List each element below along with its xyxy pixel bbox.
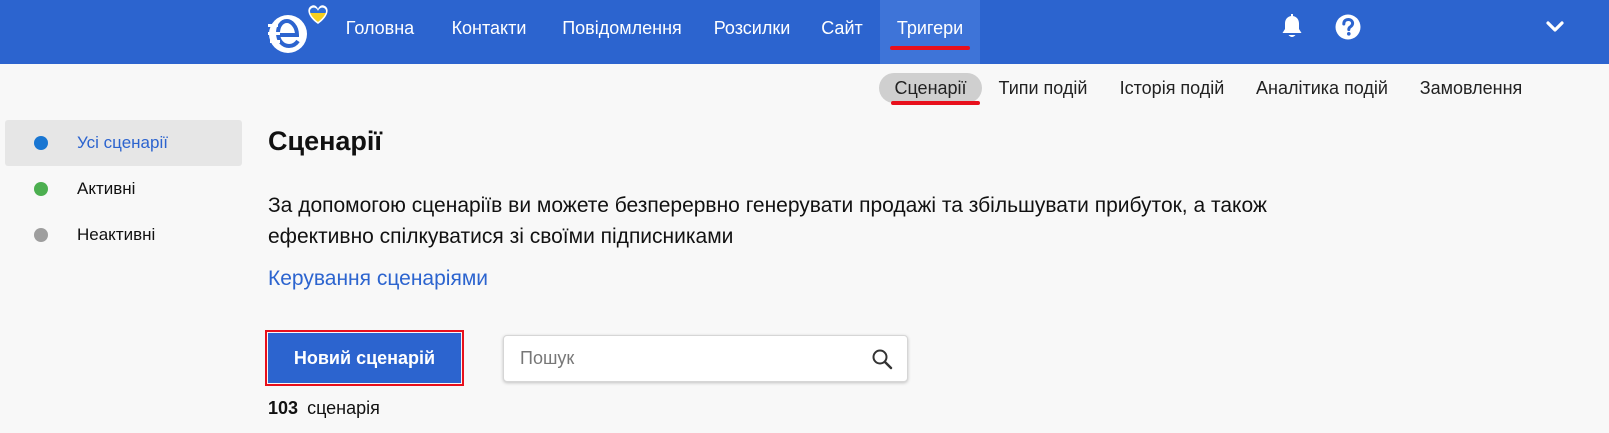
description-line: За допомогою сценаріїв ви можете безпере… bbox=[268, 194, 1267, 217]
subnav-orders[interactable]: Замовлення bbox=[1412, 73, 1530, 103]
status-dot-icon bbox=[34, 182, 48, 196]
subnav-event-history[interactable]: Історія подій bbox=[1112, 73, 1232, 103]
nav-messages[interactable]: Повідомлення bbox=[556, 0, 688, 64]
subnav-event-types-label: Типи подій bbox=[998, 78, 1088, 98]
scenario-filter-sidebar: Усі сценарії Активні Неактивні bbox=[5, 120, 242, 258]
help-icon[interactable] bbox=[1335, 14, 1361, 40]
page-description: За допомогою сценаріїв ви можете безпере… bbox=[268, 190, 1408, 252]
sidebar-item-active[interactable]: Активні bbox=[5, 166, 242, 212]
sidebar-item-label: Усі сценарії bbox=[77, 133, 168, 152]
sidebar-item-label: Активні bbox=[77, 179, 136, 198]
active-tab-underline bbox=[890, 46, 970, 50]
sidebar-item-all-scenarios[interactable]: Усі сценарії bbox=[5, 120, 242, 166]
scenario-count: 103 сценарія bbox=[268, 398, 380, 419]
scenario-count-label: сценарія bbox=[307, 398, 380, 418]
nav-mailings-label: Розсилки bbox=[713, 18, 791, 38]
active-subnav-underline bbox=[891, 101, 980, 105]
description-line: ефективно спілкуватися зі своїми підписн… bbox=[268, 225, 734, 248]
subnav-event-analytics-label: Аналітика подій bbox=[1256, 78, 1388, 98]
search-box bbox=[503, 335, 908, 382]
status-dot-icon bbox=[34, 228, 48, 242]
nav-triggers-label: Тригери bbox=[896, 18, 964, 38]
nav-triggers[interactable]: Тригери bbox=[880, 0, 980, 64]
subnav-event-types[interactable]: Типи подій bbox=[990, 73, 1096, 103]
nav-contacts-label: Контакти bbox=[451, 18, 527, 38]
new-scenario-button[interactable]: Новий сценарій bbox=[265, 330, 464, 386]
scenario-count-number: 103 bbox=[268, 398, 299, 418]
logo-icon[interactable] bbox=[266, 2, 332, 58]
subnav-event-analytics[interactable]: Аналітика подій bbox=[1248, 73, 1396, 103]
search-input[interactable] bbox=[520, 336, 860, 381]
manage-scenarios-link[interactable]: Керування сценаріями bbox=[268, 267, 488, 291]
nav-contacts[interactable]: Контакти bbox=[443, 0, 535, 64]
subnav-orders-label: Замовлення bbox=[1419, 78, 1523, 98]
sidebar-item-inactive[interactable]: Неактивні bbox=[5, 212, 242, 258]
sidebar-item-label: Неактивні bbox=[77, 225, 156, 244]
nav-site-label: Сайт bbox=[821, 18, 863, 38]
nav-home-label: Головна bbox=[345, 18, 415, 38]
nav-site[interactable]: Сайт bbox=[815, 0, 869, 64]
subnav-scenarios[interactable]: Сценарії bbox=[879, 73, 982, 105]
page-title: Сценарії bbox=[268, 126, 383, 156]
bell-icon[interactable] bbox=[1280, 14, 1304, 40]
subnav-event-history-label: Історія подій bbox=[1119, 78, 1225, 98]
chevron-down-icon[interactable] bbox=[1546, 20, 1564, 34]
top-navigation-bar: Головна Контакти Повідомлення Розсилки С… bbox=[0, 0, 1609, 64]
search-icon[interactable] bbox=[871, 348, 893, 370]
nav-messages-label: Повідомлення bbox=[562, 18, 682, 38]
nav-mailings[interactable]: Розсилки bbox=[708, 0, 796, 64]
subnav-scenarios-label: Сценарії bbox=[894, 78, 967, 98]
nav-home[interactable]: Головна bbox=[340, 0, 420, 64]
status-dot-icon bbox=[34, 136, 48, 150]
